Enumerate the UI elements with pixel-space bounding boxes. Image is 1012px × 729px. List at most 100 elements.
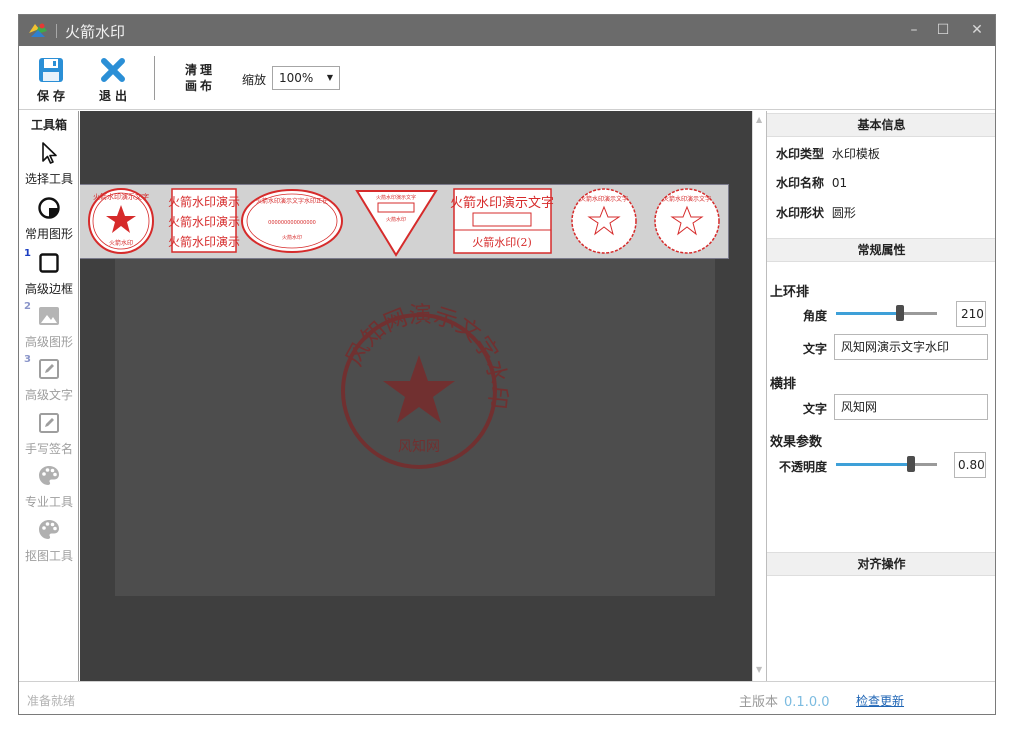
template-4[interactable]: 火箭水印演示文字 火箭水印 (355, 190, 438, 257)
template-2[interactable]: 火箭水印演示 火箭水印演示 火箭水印演示 (168, 188, 240, 253)
watermark-type-row: 水印类型 水印模板 (776, 145, 880, 162)
tool-cutout-label: 抠图工具 (24, 549, 73, 563)
angle-slider-track (900, 312, 937, 315)
ring-text-label: 文字 (802, 342, 827, 356)
template-3[interactable]: 火箭水印演示文字水印正在 000000000000000 火箭水印 (241, 189, 343, 253)
tool-advanced-border-label: 高级边框 (24, 282, 73, 296)
tool-select[interactable]: 选择工具 (19, 141, 79, 187)
properties-panel: 基本信息 水印类型 水印模板 水印名称 01 水印形状 圆形 常规属性 上环排 … (766, 111, 995, 681)
app-logo-icon (29, 23, 47, 37)
save-label: 保存 (36, 89, 69, 103)
tool-advanced-text[interactable]: 3 高级文字 (19, 354, 79, 403)
watermark-name-row: 水印名称 01 (776, 174, 847, 191)
template-7[interactable]: 火箭水印演示文字 (654, 188, 720, 254)
cursor-icon (42, 142, 57, 164)
stamp-star-icon (383, 355, 455, 423)
opacity-input[interactable]: 0.80 (954, 452, 986, 478)
tool-select-label: 选择工具 (24, 172, 73, 186)
maximize-button[interactable]: ☐ (930, 19, 956, 41)
save-button[interactable]: 保存 (29, 56, 73, 104)
clear-canvas-label-1: 清理 (185, 63, 216, 77)
close-button[interactable]: ✕ (964, 19, 990, 41)
horiz-group-title: 横排 (770, 377, 797, 392)
general-props-header: 常规属性 (767, 238, 995, 262)
tool-num-1: 1 (24, 248, 31, 259)
ring-text-input[interactable]: 风知网演示文字水印 (834, 334, 988, 360)
tool-signature[interactable]: 手写签名 (19, 411, 79, 457)
tool-pro-label: 专业工具 (24, 495, 73, 509)
tool-cutout[interactable]: 抠图工具 (19, 518, 79, 564)
angle-slider-fill (836, 312, 900, 315)
version-label: 主版本 (739, 695, 779, 710)
title-separator (56, 24, 57, 38)
watermark-type-label: 水印类型 (776, 147, 825, 161)
minimize-button[interactable]: – (901, 19, 927, 41)
version-info: 主版本 0.1.0.0 (739, 691, 830, 710)
svg-text:火箭水印演示文字: 火箭水印演示文字 (580, 195, 628, 203)
stamp-center-text: 风知网 (398, 438, 440, 455)
svg-text:火箭水印: 火箭水印 (386, 216, 406, 223)
template-5[interactable]: 火箭水印演示文字 火箭水印(2) (450, 188, 554, 254)
angle-slider-thumb[interactable] (896, 305, 904, 321)
watermark-stamp[interactable]: 风知网演示文字水印 风知网 (115, 241, 715, 596)
status-text: 准备就绪 (27, 694, 76, 708)
svg-text:火箭水印演示文字: 火箭水印演示文字 (450, 195, 554, 211)
edit-icon (39, 413, 59, 433)
svg-text:火箭水印演示文字: 火箭水印演示文字 (376, 194, 416, 201)
toolbar-separator (154, 56, 155, 100)
tool-common-shape-label: 常用图形 (24, 227, 73, 241)
scroll-up-icon[interactable]: ▲ (756, 115, 762, 124)
exit-button[interactable]: 退出 (91, 56, 135, 104)
template-1[interactable]: 火箭水印 火箭水印演示文字 (88, 188, 154, 254)
shape-icon (38, 197, 60, 219)
scroll-down-icon[interactable]: ▼ (756, 665, 762, 674)
save-icon (39, 58, 63, 82)
svg-text:火箭水印演示文字: 火箭水印演示文字 (663, 195, 711, 203)
svg-text:火箭水印演示: 火箭水印演示 (168, 214, 240, 229)
square-icon (39, 253, 59, 273)
svg-text:火箭水印演示文字: 火箭水印演示文字 (93, 192, 149, 201)
opacity-slider-fill (836, 463, 911, 466)
svg-text:火箭水印: 火箭水印 (282, 234, 302, 241)
horiz-text-input[interactable]: 风知网 (834, 394, 988, 420)
clear-canvas-button[interactable]: 清理 画布 (185, 62, 215, 94)
status-bar: 准备就绪 主版本 0.1.0.0 检查更新 (19, 681, 995, 714)
zoom-select[interactable]: 100% ▼ (272, 66, 340, 90)
watermark-name-label: 水印名称 (776, 176, 825, 190)
tool-advanced-shape-label: 高级图形 (24, 335, 73, 349)
title-bar: 火箭水印 – ☐ ✕ (19, 15, 995, 46)
watermark-shape-row: 水印形状 圆形 (776, 204, 856, 221)
tool-advanced-border[interactable]: 1 高级边框 (19, 248, 79, 297)
ring-group-title: 上环排 (770, 285, 810, 300)
tool-common-shape[interactable]: 常用图形 (19, 196, 79, 242)
opacity-slider-thumb[interactable] (907, 456, 915, 472)
toolbox-panel: 工具箱 选择工具 常用图形 1 高级边框 2 高级图形 3 高级文字 手写签名 … (19, 111, 79, 681)
tool-advanced-shape[interactable]: 2 高级图形 (19, 301, 79, 350)
svg-text:火箭水印演示文字水印正在: 火箭水印演示文字水印正在 (256, 197, 328, 205)
align-header: 对齐操作 (767, 552, 995, 576)
canvas-page[interactable]: 风知网演示文字水印 风知网 (115, 241, 715, 596)
canvas-scrollbar[interactable]: ▲ ▼ (752, 111, 766, 681)
template-strip-svg: 火箭水印 火箭水印演示文字 火箭水印演示 火箭水印演示 火箭水印演示 火箭水印演… (88, 188, 720, 257)
svg-text:000000000000000: 000000000000000 (268, 220, 316, 226)
check-update-link[interactable]: 检查更新 (856, 692, 904, 709)
svg-text:火箭水印(2): 火箭水印(2) (472, 235, 532, 249)
version-value: 0.1.0.0 (784, 695, 830, 710)
template-strip: 火箭水印 火箭水印演示文字 火箭水印演示 火箭水印演示 火箭水印演示 火箭水印演… (80, 184, 729, 259)
tool-pro[interactable]: 专业工具 (19, 464, 79, 510)
watermark-shape-value: 圆形 (831, 206, 856, 220)
svg-text:火箭水印演示: 火箭水印演示 (168, 234, 240, 249)
zoom-label: 缩放 (242, 73, 267, 87)
watermark-type-value: 水印模板 (831, 147, 880, 161)
zoom-value: 100% (279, 71, 314, 85)
canvas-area[interactable]: 风知网演示文字水印 风知网 火箭水印 火箭水印演示文字 火箭水印演示 火箭水印演… (80, 111, 752, 681)
effect-group-title: 效果参数 (770, 435, 823, 450)
tool-num-3: 3 (24, 354, 31, 365)
angle-label: 角度 (802, 309, 827, 323)
toolbar: 保存 退出 清理 画布 缩放 100% ▼ (19, 46, 995, 110)
tool-advanced-text-label: 高级文字 (24, 388, 73, 402)
angle-input[interactable]: 210 (956, 301, 986, 327)
opacity-label: 不透明度 (778, 460, 827, 474)
template-6[interactable]: 火箭水印演示文字 (571, 188, 637, 254)
palette-icon (39, 466, 59, 485)
